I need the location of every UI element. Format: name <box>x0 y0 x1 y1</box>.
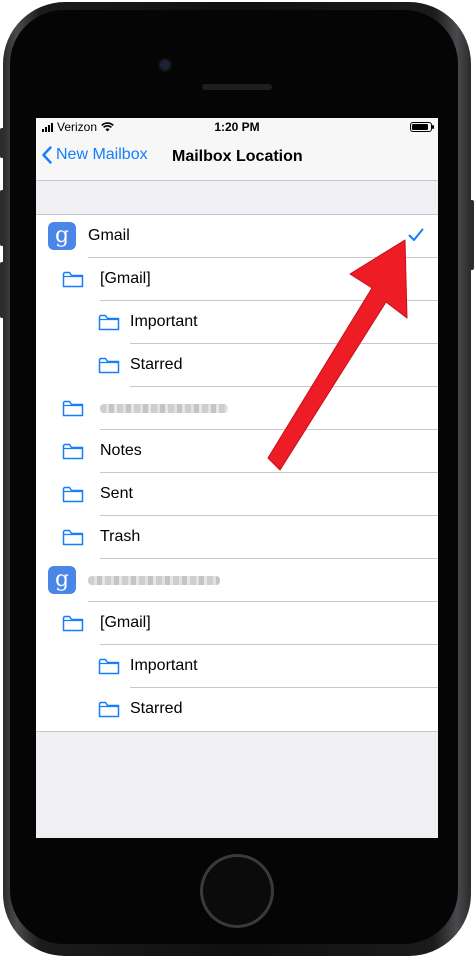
obscured-account-name <box>88 576 220 585</box>
folder-icon <box>62 399 84 417</box>
screen: Verizon 1:20 PM New Mailbox Mailbox Loca… <box>36 118 438 838</box>
mailbox-row[interactable]: [Gmail] <box>36 258 438 301</box>
mailbox-label: Starred <box>130 356 183 373</box>
mailbox-row[interactable]: Important <box>36 301 438 344</box>
mailbox-label: Notes <box>100 442 142 459</box>
google-account-icon: g <box>48 566 76 594</box>
mailbox-row[interactable] <box>36 387 438 430</box>
mailbox-label: Important <box>130 313 198 330</box>
folder-icon <box>62 270 84 288</box>
mailbox-row[interactable]: Starred <box>36 688 438 731</box>
page-title: Mailbox Location <box>172 148 303 165</box>
mailbox-row[interactable]: Sent <box>36 473 438 516</box>
mailbox-label: Starred <box>130 700 183 717</box>
back-button[interactable]: New Mailbox <box>42 146 148 164</box>
status-time: 1:20 PM <box>214 120 260 134</box>
silent-switch <box>0 128 4 158</box>
folder-icon <box>98 657 120 675</box>
folder-icon <box>62 528 84 546</box>
power-button <box>470 200 474 270</box>
earpiece-speaker <box>202 84 272 90</box>
mailbox-label: [Gmail] <box>100 270 151 287</box>
mailbox-label: Sent <box>100 485 133 502</box>
checkmark-icon <box>408 228 424 241</box>
status-bar: Verizon 1:20 PM <box>36 118 438 136</box>
google-account-icon: g <box>48 222 76 250</box>
folder-icon <box>98 313 120 331</box>
mailbox-list: g Gmail [Gmail] Important Starred Notes Sent Tr… <box>36 214 438 732</box>
mailbox-row[interactable]: Starred <box>36 344 438 387</box>
mailbox-row[interactable]: [Gmail] <box>36 602 438 645</box>
volume-down-button <box>0 262 4 318</box>
mailbox-label: Gmail <box>88 227 130 244</box>
volume-up-button <box>0 190 4 246</box>
mailbox-row[interactable]: Trash <box>36 516 438 559</box>
chevron-left-icon <box>42 146 52 164</box>
folder-icon <box>62 614 84 632</box>
back-button-label: New Mailbox <box>56 146 148 163</box>
folder-icon <box>62 485 84 503</box>
mailbox-row[interactable]: g Gmail <box>36 215 438 258</box>
home-button[interactable] <box>200 854 274 928</box>
mailbox-row[interactable]: g <box>36 559 438 602</box>
obscured-account-name <box>100 404 228 413</box>
mailbox-row[interactable]: Notes <box>36 430 438 473</box>
mailbox-label: [Gmail] <box>100 614 151 631</box>
mailbox-label: Important <box>130 657 198 674</box>
mailbox-row[interactable]: Important <box>36 645 438 688</box>
mailbox-label: Trash <box>100 528 141 545</box>
battery-icon <box>410 122 434 132</box>
folder-icon <box>98 356 120 374</box>
folder-icon <box>98 700 120 718</box>
folder-icon <box>62 442 84 460</box>
front-camera <box>160 60 170 70</box>
navigation-bar: New Mailbox Mailbox Location <box>36 136 438 181</box>
battery-fill <box>412 124 429 130</box>
